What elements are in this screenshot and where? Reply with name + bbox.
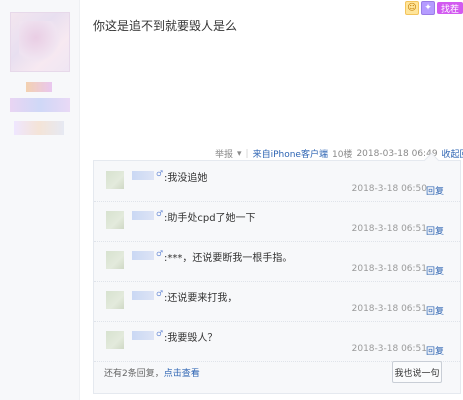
- view-more-link[interactable]: 点击查看: [164, 369, 200, 379]
- reply-username[interactable]: [132, 331, 154, 340]
- reply-avatar[interactable]: [106, 291, 124, 309]
- top-right-toolbar: ☺ ✦ 找茬: [404, 0, 463, 16]
- reply-button[interactable]: 回复: [426, 304, 444, 317]
- more-replies: 还有2条回复，点击查看: [104, 366, 200, 379]
- author-badges: [14, 121, 64, 135]
- post-content: 你这是追不到就要毁人是么: [93, 19, 238, 33]
- floor-number: 10楼: [331, 150, 353, 160]
- reply-text: :助手处cpd了她一下: [164, 213, 256, 224]
- emoji-icon[interactable]: ☺: [404, 1, 419, 15]
- report-link[interactable]: 举报: [215, 147, 233, 160]
- author-sidebar: [0, 0, 80, 400]
- reply-item: ♂ :还说要来打我， 2018-3-18 06:51 回复: [94, 281, 460, 322]
- reply-panel: ♂ :我没追她 2018-3-18 06:50 回复 ♂ :助手处cpd了她一下…: [93, 160, 461, 394]
- reply-time: 2018-3-18 06:51: [351, 264, 427, 274]
- separator: |: [245, 148, 249, 159]
- more-replies-text: 还有2条回复，: [104, 369, 164, 379]
- reply-username[interactable]: [132, 291, 154, 300]
- reply-time: 2018-3-18 06:51: [351, 304, 427, 314]
- reply-item: ♂ :***，还说要断我一根手指。 2018-3-18 06:51 回复: [94, 241, 460, 282]
- reply-button[interactable]: 回复: [426, 184, 444, 197]
- male-icon: ♂: [156, 209, 164, 218]
- reply-avatar[interactable]: [106, 251, 124, 269]
- reply-button[interactable]: 回复: [426, 224, 444, 237]
- male-icon: ♂: [156, 289, 164, 298]
- male-icon: ♂: [156, 169, 164, 178]
- reply-time: 2018-3-18 06:50: [351, 184, 427, 194]
- male-icon: ♂: [156, 329, 164, 338]
- reply-username[interactable]: [132, 211, 154, 220]
- reply-item: ♂ :我没追她 2018-3-18 06:50 回复: [94, 161, 460, 202]
- source-link[interactable]: 来自iPhone客户端: [253, 147, 328, 160]
- reply-text: :还说要来打我，: [164, 293, 238, 304]
- reply-time: 2018-3-18 06:51: [351, 224, 427, 234]
- find-issue-button[interactable]: 找茬: [436, 2, 463, 15]
- reply-item: ♂ :助手处cpd了她一下 2018-3-18 06:51 回复: [94, 201, 460, 242]
- reply-avatar[interactable]: [106, 171, 124, 189]
- reply-button[interactable]: 回复: [426, 264, 444, 277]
- reply-avatar[interactable]: [106, 331, 124, 349]
- author-avatar[interactable]: [10, 12, 70, 72]
- reply-text: :我没追她: [164, 173, 208, 184]
- reply-text: :***，还说要断我一根手指。: [164, 253, 293, 264]
- reply-button[interactable]: 回复: [426, 344, 444, 357]
- collapse-replies-link[interactable]: 收起回复: [442, 147, 463, 160]
- reply-time: 2018-3-18 06:51: [351, 344, 427, 354]
- add-reply-button[interactable]: 我也说一句: [392, 361, 442, 383]
- reply-username[interactable]: [132, 171, 154, 180]
- reply-avatar[interactable]: [106, 211, 124, 229]
- author-name[interactable]: [10, 98, 70, 112]
- reply-username[interactable]: [132, 251, 154, 260]
- report-dropdown-icon[interactable]: ▾: [237, 149, 242, 159]
- author-level-tag: [26, 82, 52, 92]
- reply-text: :我要毁人？: [164, 333, 218, 344]
- reply-item: ♂ :我要毁人？ 2018-3-18 06:51 回复: [94, 321, 460, 362]
- male-icon: ♂: [156, 249, 164, 258]
- sparkle-icon[interactable]: ✦: [420, 1, 435, 15]
